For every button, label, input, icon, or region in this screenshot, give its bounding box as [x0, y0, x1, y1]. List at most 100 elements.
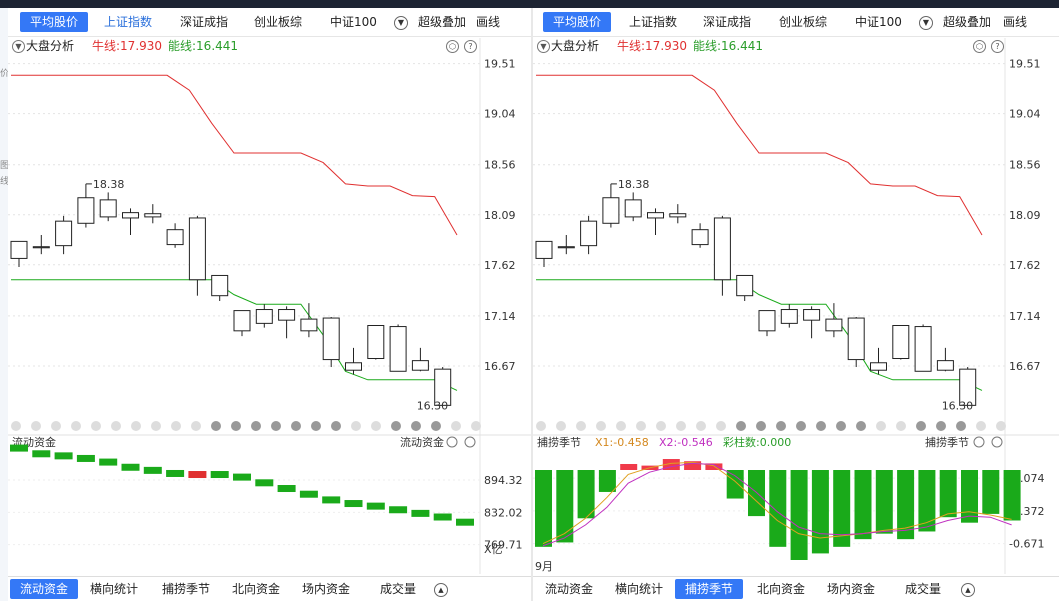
flow-step-bar	[344, 500, 363, 508]
left-chart-panel: 平均股价 上证指数 深证成指 创业板综 中证100 ▼ 超级叠加 画线 ▼ 大盘…	[8, 8, 531, 601]
flow-step-bar	[121, 463, 140, 471]
timeline-dot	[191, 421, 201, 431]
candle-body	[669, 213, 687, 218]
timeline-dot	[131, 421, 141, 431]
candle-body	[870, 362, 887, 371]
candle-body	[233, 310, 251, 332]
timeline-dot	[976, 421, 986, 431]
flow-step-bar	[255, 479, 274, 487]
fish-bar	[939, 470, 957, 518]
timeline-dot	[676, 421, 686, 431]
timeline-dot	[11, 421, 21, 431]
timeline-dot	[756, 421, 766, 431]
candle-body	[691, 229, 709, 246]
candle-body	[847, 317, 865, 361]
flow-step-bar	[166, 469, 185, 477]
fish-bar	[577, 470, 595, 519]
timeline-dot	[111, 421, 121, 431]
price-axis-tick: 16.67	[1009, 360, 1041, 373]
bottom-tab-bar: 流动资金 横向统计 捕捞季节 北向资金 场内资金 成交量 ▲	[533, 576, 1059, 601]
btab-liquidity[interactable]: 流动资金	[535, 579, 603, 599]
btab-liquidity[interactable]: 流动资金	[10, 579, 79, 599]
btab-horizontal-stats[interactable]: 横向统计	[605, 579, 673, 599]
price-axis-tick: 19.51	[484, 58, 516, 71]
candle-body	[389, 326, 407, 372]
window-top-strip	[0, 0, 1059, 8]
price-axis-tick: 17.62	[484, 259, 516, 272]
timeline-dot	[556, 421, 566, 431]
candle-body	[32, 246, 50, 249]
price-axis-tick: 18.56	[484, 159, 516, 172]
candle-body	[602, 197, 620, 224]
btab-volume[interactable]: 成交量	[370, 579, 426, 599]
fish-bar	[961, 470, 978, 523]
btab-volume[interactable]: 成交量	[895, 579, 951, 599]
chevron-up-icon[interactable]: ▲	[434, 583, 448, 597]
flow-step-bar	[456, 518, 474, 526]
btab-horizontal-stats[interactable]: 横向统计	[80, 579, 148, 599]
price-axis-tick: 17.14	[484, 310, 516, 323]
btab-northbound[interactable]: 北向资金	[222, 579, 290, 599]
timeline-dot	[716, 421, 726, 431]
timeline-dot	[956, 421, 966, 431]
timeline-dot	[996, 421, 1006, 431]
candle-body	[825, 318, 843, 332]
low-annotation: 16.30	[942, 399, 974, 412]
candle-body	[780, 309, 798, 324]
flow-step-bar	[10, 444, 28, 452]
timeline-dot	[151, 421, 161, 431]
candle-body	[55, 220, 73, 247]
month-label: 9月	[535, 560, 553, 573]
timeline-dot	[231, 421, 241, 431]
settings-hex-icon	[973, 436, 985, 448]
flow-step-bar	[366, 502, 385, 510]
price-axis-tick: 16.67	[484, 360, 516, 373]
timeline-dot	[271, 421, 281, 431]
timeline-dot	[391, 421, 401, 431]
timeline-dot	[471, 421, 481, 431]
fish-bar	[790, 470, 808, 560]
price-axis-tick: 17.62	[1009, 259, 1041, 272]
candle-body	[345, 362, 362, 371]
btab-northbound[interactable]: 北向资金	[747, 579, 815, 599]
btab-fishing-season[interactable]: 捕捞季节	[152, 579, 220, 599]
fish-bar	[811, 470, 829, 554]
price-axis-tick: 18.56	[1009, 159, 1041, 172]
candle-body	[166, 229, 184, 246]
timeline-dot	[91, 421, 101, 431]
timeline-dot	[31, 421, 41, 431]
btab-onmarket-funds[interactable]: 场内资金	[817, 579, 885, 599]
btab-onmarket-funds[interactable]: 场内资金	[292, 579, 360, 599]
high-annotation: 18.38	[93, 178, 125, 191]
indicator-right-label: 捕捞季节	[925, 435, 969, 449]
btab-fishing-season[interactable]: 捕捞季节	[675, 579, 744, 599]
settings-hex-icon	[446, 436, 458, 448]
candle-body	[211, 274, 229, 297]
flow-axis-tick: 894.32	[484, 474, 523, 487]
timeline-dot	[916, 421, 926, 431]
timeline-dot	[331, 421, 341, 431]
fish-bar	[535, 470, 552, 547]
candle-body	[367, 325, 385, 360]
price-axis-tick: 18.09	[1009, 209, 1041, 222]
right-chart-svg: 19.51 19.04 18.56 18.09 17.62 17.14 16.67 18.38…	[533, 38, 1059, 574]
timeline-dot	[291, 421, 301, 431]
timeline-dot	[736, 421, 746, 431]
candle-body	[647, 212, 664, 219]
timeline-dot	[596, 421, 606, 431]
timeline-dot	[311, 421, 321, 431]
candle-body	[77, 197, 95, 224]
candle-body	[624, 199, 642, 218]
flow-step-bar	[233, 473, 251, 481]
flow-step-bar	[143, 466, 162, 474]
flow-step-bar	[433, 513, 452, 521]
timeline-dot	[211, 421, 221, 431]
flow-unit-label: X亿	[484, 543, 503, 556]
price-axis-tick: 19.04	[1009, 108, 1041, 121]
candle-body	[300, 318, 318, 332]
flow-step-bar	[322, 496, 341, 504]
candle-body	[936, 360, 954, 371]
flow-step-bar	[411, 509, 430, 517]
chevron-up-icon[interactable]: ▲	[961, 583, 975, 597]
candle-body	[122, 212, 139, 219]
